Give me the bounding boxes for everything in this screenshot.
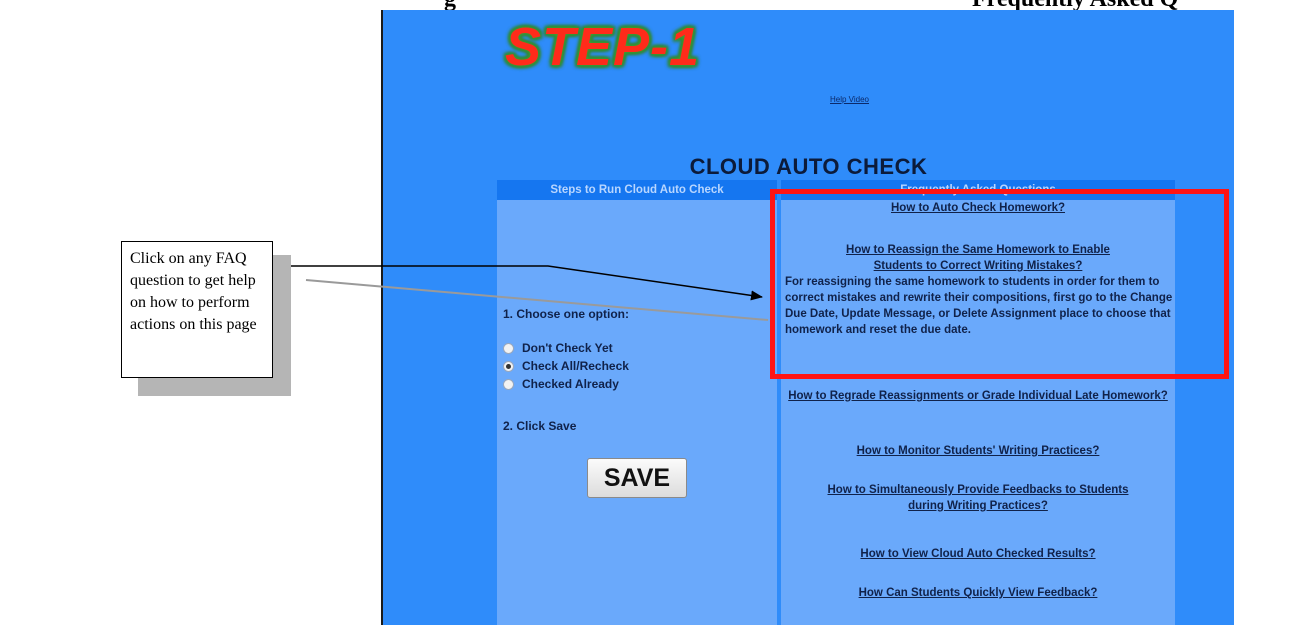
callout-arrow <box>291 265 769 321</box>
callout-arrow-shadow <box>305 279 769 321</box>
callout-arrow-line <box>291 265 763 301</box>
